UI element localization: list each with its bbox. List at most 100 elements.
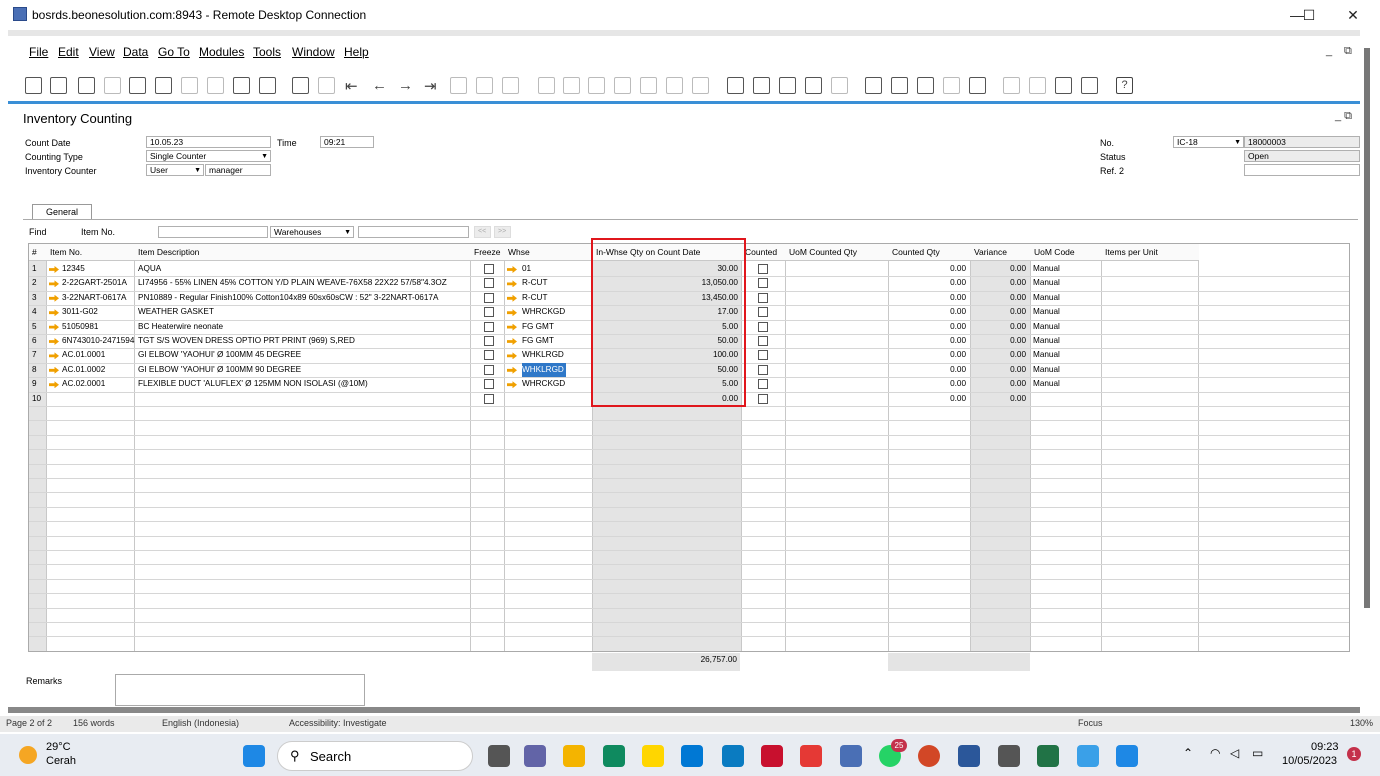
counted-checkbox[interactable] bbox=[758, 321, 768, 332]
counted-checkbox[interactable] bbox=[758, 264, 768, 274]
store-icon[interactable] bbox=[681, 745, 703, 767]
wifi-icon[interactable]: ◠ bbox=[1210, 746, 1220, 760]
whse-cell[interactable]: WHKLRGD bbox=[522, 348, 592, 362]
sticky-notes-icon[interactable] bbox=[642, 745, 664, 767]
item-no-cell[interactable]: 12345 bbox=[62, 262, 135, 276]
counted-qty-cell[interactable]: 0.00 bbox=[889, 363, 969, 377]
inbox-icon[interactable] bbox=[891, 77, 908, 94]
column-header-counted_qty[interactable]: Counted Qty bbox=[889, 244, 971, 261]
paint-icon[interactable] bbox=[1077, 745, 1099, 767]
whse-cell[interactable]: WHKLRGD bbox=[522, 362, 566, 377]
teams-icon[interactable] bbox=[524, 745, 546, 767]
counted-qty-cell[interactable]: 0.00 bbox=[889, 291, 969, 305]
udf-icon[interactable] bbox=[779, 77, 796, 94]
ref2-field[interactable] bbox=[1244, 164, 1360, 176]
uom-code-cell[interactable]: Manual bbox=[1033, 291, 1101, 305]
word-icon[interactable] bbox=[181, 77, 198, 94]
counted-qty-cell[interactable]: 0.00 bbox=[889, 392, 969, 406]
calculator-icon[interactable] bbox=[998, 745, 1020, 767]
remote-desktop-taskbar-icon[interactable] bbox=[840, 745, 862, 767]
item-no-cell[interactable]: AC.01.0001 bbox=[62, 348, 135, 362]
menu-window[interactable]: Window bbox=[292, 45, 335, 59]
preview-icon[interactable] bbox=[25, 77, 42, 94]
whse-cell[interactable]: R-CUT bbox=[522, 276, 592, 290]
item-description-cell[interactable]: GI ELBOW 'YAOHUI' Ø 100MM 90 DEGREE bbox=[138, 363, 471, 377]
menu-modules[interactable]: Modules bbox=[199, 45, 244, 59]
anydesk-icon[interactable] bbox=[800, 745, 822, 767]
horizontal-scrollbar[interactable] bbox=[8, 707, 1360, 713]
column-header-whse[interactable]: Whse bbox=[505, 244, 593, 261]
column-header-desc[interactable]: Item Description bbox=[135, 244, 471, 261]
sms-icon[interactable] bbox=[104, 77, 121, 94]
uom-code-cell[interactable]: Manual bbox=[1033, 320, 1101, 334]
find-icon[interactable] bbox=[292, 77, 309, 94]
zoom-level[interactable]: 130% bbox=[1350, 718, 1373, 728]
uom-code-cell[interactable]: Manual bbox=[1033, 348, 1101, 362]
volume-icon[interactable]: ◁ bbox=[1230, 746, 1239, 760]
remarks-field[interactable] bbox=[115, 674, 365, 706]
time-field[interactable]: 09:21 bbox=[320, 136, 374, 148]
counter-type-select[interactable]: User ▼ bbox=[146, 164, 204, 176]
item-no-cell[interactable]: AC.01.0002 bbox=[62, 363, 135, 377]
item-description-cell[interactable]: AQUA bbox=[138, 262, 471, 276]
message-icon[interactable] bbox=[805, 77, 822, 94]
approval-icon[interactable] bbox=[1081, 77, 1098, 94]
notepad-icon[interactable] bbox=[1116, 745, 1138, 767]
drill-icon[interactable] bbox=[692, 77, 709, 94]
task-view-icon[interactable] bbox=[488, 745, 510, 767]
email-icon[interactable] bbox=[78, 77, 95, 94]
dashboard-icon[interactable] bbox=[1029, 77, 1046, 94]
journal-icon[interactable] bbox=[640, 77, 657, 94]
counted-checkbox[interactable] bbox=[758, 379, 768, 390]
item-description-cell[interactable]: WEATHER GASKET bbox=[138, 305, 471, 319]
excel-icon[interactable] bbox=[1037, 745, 1059, 767]
freeze-checkbox[interactable] bbox=[484, 336, 494, 346]
uom-code-cell[interactable]: Manual bbox=[1033, 276, 1101, 290]
item-no-cell[interactable]: AC.02.0001 bbox=[62, 377, 135, 391]
close-button[interactable]: ✕ bbox=[1330, 4, 1376, 26]
counted-qty-cell[interactable]: 0.00 bbox=[889, 334, 969, 348]
counted-checkbox[interactable] bbox=[758, 292, 768, 303]
item-description-cell[interactable]: GI ELBOW 'YAOHUI' Ø 100MM 45 DEGREE bbox=[138, 348, 471, 362]
counted-checkbox[interactable] bbox=[758, 364, 768, 375]
file-explorer-icon[interactable] bbox=[563, 745, 585, 767]
freeze-checkbox[interactable] bbox=[484, 379, 494, 390]
maximize-button[interactable]: ☐ bbox=[1286, 4, 1332, 26]
menu-tools[interactable]: Tools bbox=[253, 45, 281, 59]
battery-icon[interactable]: ▭ bbox=[1252, 746, 1263, 760]
item-no-cell[interactable]: 2-22GART-2501A bbox=[62, 276, 135, 290]
clock-time[interactable]: 09:23 bbox=[1311, 741, 1339, 753]
counted-qty-cell[interactable]: 0.00 bbox=[889, 377, 969, 391]
counted-qty-cell[interactable]: 0.00 bbox=[889, 320, 969, 334]
excel-icon[interactable] bbox=[155, 77, 172, 94]
item-no-cell[interactable]: 3-22NART-0617A bbox=[62, 291, 135, 305]
mcafee-icon[interactable] bbox=[761, 745, 783, 767]
focus-mode[interactable]: Focus bbox=[1078, 718, 1103, 728]
counter-name-field[interactable]: manager bbox=[205, 164, 271, 176]
counted-checkbox[interactable] bbox=[758, 350, 768, 361]
counted-checkbox[interactable] bbox=[758, 278, 768, 289]
user-icon[interactable] bbox=[969, 77, 986, 94]
counted-qty-cell[interactable]: 0.00 bbox=[889, 305, 969, 319]
column-header-freeze[interactable]: Freeze bbox=[471, 244, 505, 261]
column-header-uom_counted[interactable]: UoM Counted Qty bbox=[786, 244, 889, 261]
settings-icon[interactable] bbox=[753, 77, 770, 94]
freeze-checkbox[interactable] bbox=[484, 278, 494, 289]
last-record-icon[interactable]: ⇥ bbox=[424, 77, 441, 95]
counted-qty-cell[interactable]: 0.00 bbox=[889, 262, 969, 276]
chevron-up-icon[interactable]: ⌃ bbox=[1183, 746, 1193, 760]
tab-general[interactable]: General bbox=[32, 204, 92, 219]
freeze-checkbox[interactable] bbox=[484, 321, 494, 332]
counted-checkbox[interactable] bbox=[758, 336, 768, 346]
column-header-counted[interactable]: Counted bbox=[742, 244, 786, 261]
add-icon[interactable] bbox=[318, 77, 335, 94]
freeze-checkbox[interactable] bbox=[484, 350, 494, 361]
freeze-checkbox[interactable] bbox=[484, 264, 494, 274]
whse-cell[interactable]: FG GMT bbox=[522, 320, 592, 334]
notification-badge[interactable]: 1 bbox=[1347, 747, 1361, 761]
first-record-icon[interactable]: ⇤ bbox=[345, 77, 362, 95]
series-select[interactable]: IC-18 ▼ bbox=[1173, 136, 1244, 148]
menu-file[interactable]: File bbox=[29, 45, 48, 59]
help-icon[interactable]: ? bbox=[1116, 77, 1133, 94]
counted-checkbox[interactable] bbox=[758, 393, 768, 404]
